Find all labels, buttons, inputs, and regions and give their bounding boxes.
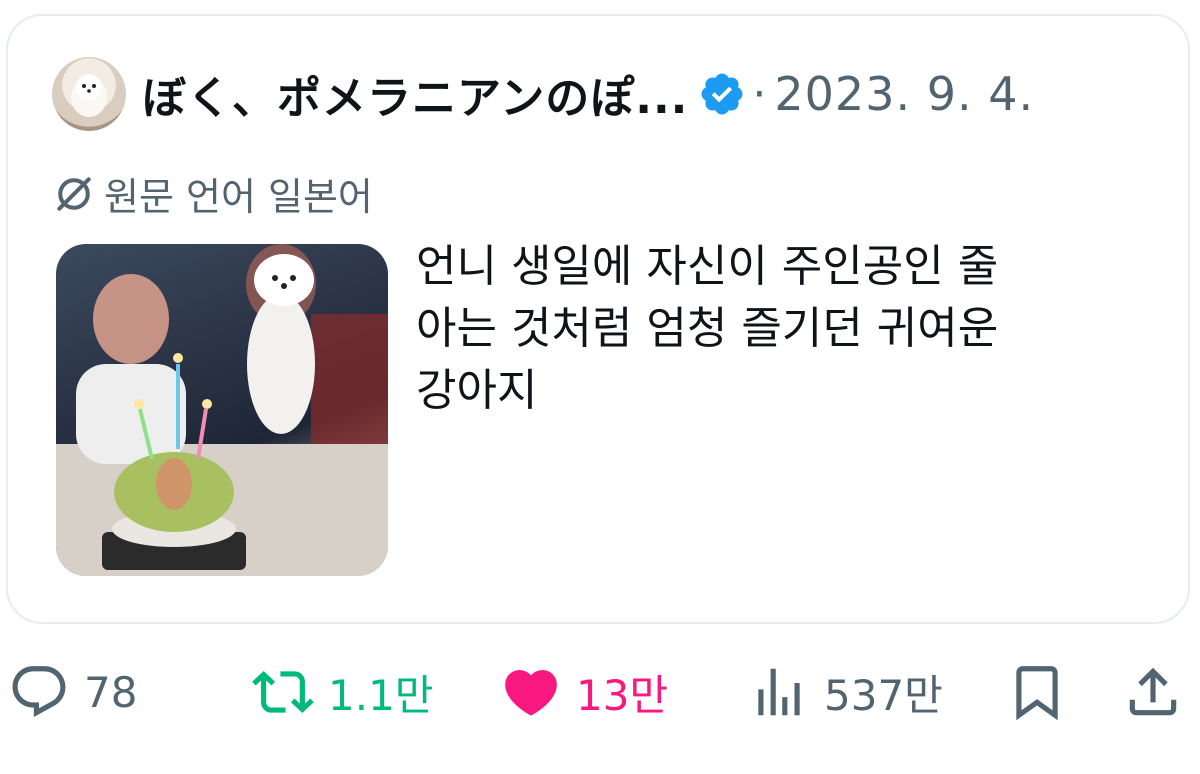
action-bar: 78 1.1만 13만 537만 bbox=[0, 652, 1200, 732]
reply-count: 78 bbox=[84, 667, 138, 717]
retweet-button[interactable]: 1.1만 bbox=[252, 652, 433, 732]
translate-icon bbox=[57, 176, 91, 211]
views-button[interactable]: 537만 bbox=[748, 652, 943, 732]
share-icon bbox=[1129, 667, 1177, 716]
share-button[interactable] bbox=[1122, 652, 1184, 732]
like-count: 13만 bbox=[576, 670, 669, 720]
views-icon bbox=[758, 668, 800, 716]
bookmark-icon bbox=[1016, 666, 1058, 721]
like-button[interactable]: 13만 bbox=[500, 652, 668, 732]
tweet-text: 언니 생일에 자신이 주인공인 줄 아는 것처럼 엄청 즐기던 귀여운 강아지 bbox=[416, 241, 999, 416]
views-count: 537만 bbox=[824, 670, 943, 720]
bookmark-button[interactable] bbox=[1006, 652, 1068, 732]
retweet-count: 1.1만 bbox=[328, 670, 434, 720]
like-icon bbox=[505, 670, 557, 716]
avatar[interactable] bbox=[52, 57, 126, 131]
tweet-date[interactable]: 2023. 9. 4. bbox=[774, 67, 1034, 121]
author-name[interactable]: ぼく、ポメラニアンのぽ... bbox=[142, 62, 688, 126]
retweet-icon bbox=[252, 671, 314, 713]
separator-dot: · bbox=[752, 68, 767, 120]
tweet-header: ぼく、ポメラニアンのぽ... · 2023. 9. 4. bbox=[52, 52, 1034, 136]
reply-button[interactable]: 78 bbox=[8, 652, 137, 732]
verified-badge-icon bbox=[701, 73, 743, 115]
tweet-media-image[interactable] bbox=[56, 244, 388, 576]
translation-label: 원문 언어 일본어 bbox=[104, 175, 373, 219]
birthday-photo bbox=[56, 244, 388, 576]
translation-note[interactable]: 원문 언어 일본어 bbox=[52, 166, 373, 221]
reply-icon bbox=[12, 666, 66, 718]
